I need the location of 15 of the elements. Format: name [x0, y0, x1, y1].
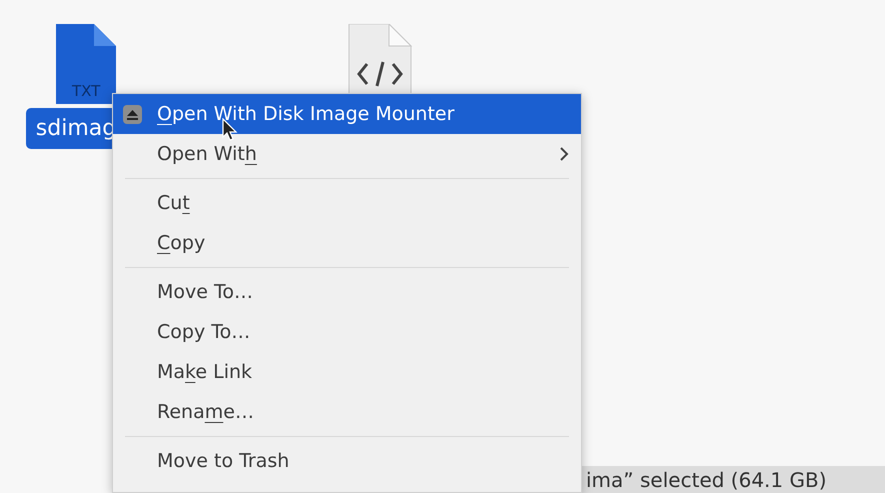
status-text: ima” selected (64.1 GB)	[586, 466, 827, 493]
menu-item[interactable]: Cut	[113, 183, 581, 223]
mouse-pointer-icon	[222, 118, 238, 142]
menu-item[interactable]: Copy	[113, 223, 581, 263]
menu-item[interactable]: Rename…	[113, 392, 581, 432]
menu-item[interactable]: Move To…	[113, 272, 581, 312]
menu-item[interactable]: Open With Disk Image Mounter	[113, 94, 581, 134]
file-icon[interactable]	[56, 24, 116, 104]
file-type-label: TXT	[72, 81, 100, 102]
menu-item[interactable]: Copy To…	[113, 312, 581, 352]
chevron-right-icon	[559, 146, 569, 162]
menu-item[interactable]: Move to Trash	[113, 441, 581, 481]
code-file-icon[interactable]	[347, 24, 413, 94]
menu-item[interactable]: Make Link	[113, 352, 581, 392]
eject-icon	[123, 105, 142, 124]
